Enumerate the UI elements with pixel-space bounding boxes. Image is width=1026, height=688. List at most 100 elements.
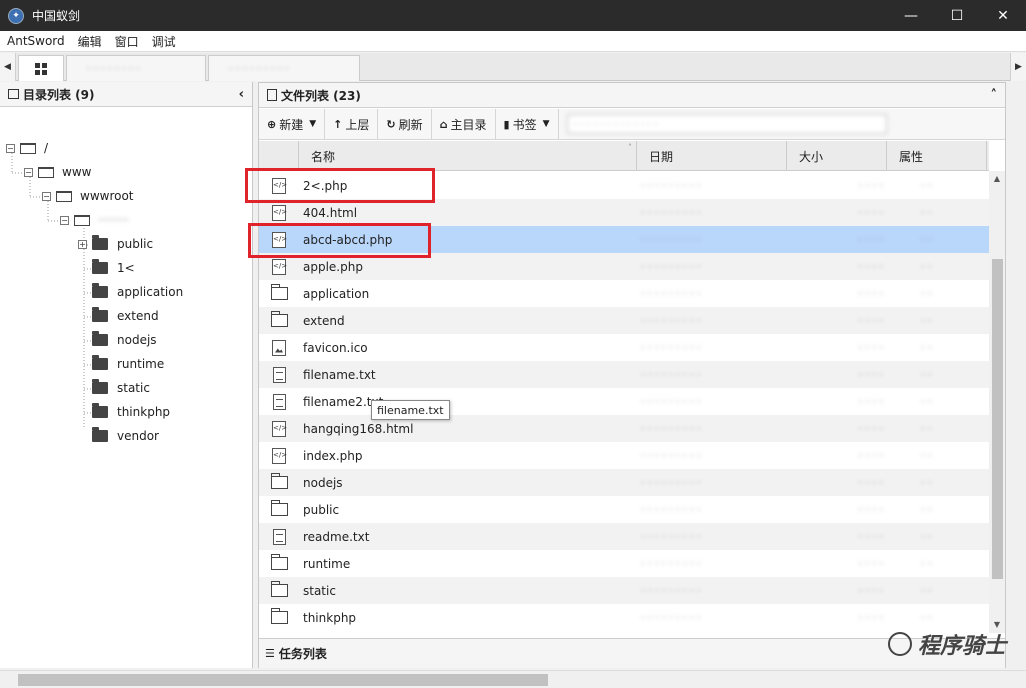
file-icon-cell [259, 388, 299, 415]
file-name: 404.html [303, 205, 358, 220]
file-row[interactable]: runtime · · · · · · · · · · · · · · · [259, 550, 989, 577]
window-title: 中国蚁剑 [32, 9, 81, 23]
grid-icon [35, 62, 47, 75]
menu-debug[interactable]: 调试 [145, 33, 182, 50]
tree-node[interactable]: extend [78, 305, 159, 327]
tree-node[interactable]: − / [6, 137, 48, 159]
file-size: · · · · [858, 476, 883, 489]
shell-tab-1[interactable]: · · · · · · · · [66, 55, 206, 81]
tree-node-label: www [62, 165, 92, 179]
file-row[interactable]: filename.txt · · · · · · · · · · · · · · · [259, 361, 989, 388]
tab-strip: ◀ · · · · · · · · · · · · · · · · · ▶ [0, 53, 1026, 81]
file-row[interactable]: </> 404.html · · · · · · · · · · · · · · · [259, 199, 989, 226]
image-file-icon [272, 339, 286, 356]
menu-edit[interactable]: 编辑 [71, 33, 108, 50]
folder-icon [92, 259, 108, 274]
file-icon-cell [259, 523, 299, 550]
file-size: · · · · [858, 179, 883, 192]
folder-icon [270, 581, 288, 597]
file-date: · · · · · · · · · [641, 530, 701, 543]
file-row[interactable]: nodejs · · · · · · · · · · · · · · · [259, 469, 989, 496]
folder-icon [8, 89, 19, 99]
home-dir-button[interactable]: ⌂ 主目录 [432, 108, 496, 140]
path-input[interactable] [566, 114, 887, 134]
date-column-header[interactable]: 日期 [637, 141, 787, 171]
tree-node[interactable]: − wwwroot [42, 185, 134, 207]
tab-label: · · · · · · · · · [229, 62, 289, 75]
home-tab[interactable] [18, 55, 64, 81]
folder-icon [92, 355, 108, 370]
file-icon-cell [259, 577, 299, 604]
collapse-icon[interactable]: − [24, 167, 33, 177]
tab-scroll-right-button[interactable]: ▶ [1010, 53, 1026, 81]
file-row[interactable]: </> index.php · · · · · · · · · · · · · · · [259, 442, 989, 469]
bookmark-button[interactable]: ▮ 书签 ▼ [496, 108, 559, 140]
maximize-button[interactable]: ☐ [934, 0, 980, 31]
file-row[interactable]: application · · · · · · · · · · · · · · · [259, 280, 989, 307]
name-header-label: 名称 [311, 149, 336, 164]
scrollbar-thumb[interactable] [992, 259, 1003, 579]
shell-tab-2[interactable]: · · · · · · · · · [208, 55, 360, 81]
collapse-panel-button[interactable]: ‹ [239, 87, 244, 102]
collapse-icon[interactable]: − [42, 191, 51, 201]
wechat-icon [887, 632, 912, 656]
file-row[interactable]: public · · · · · · · · · · · · · · · [259, 496, 989, 523]
home-label: 主目录 [450, 117, 487, 132]
file-name: readme.txt [303, 529, 370, 544]
arrow-up-icon: ↑ [333, 117, 343, 131]
collapse-icon[interactable]: − [6, 143, 15, 153]
collapse-icon[interactable]: − [60, 215, 69, 225]
bookmark-label: 书签 [512, 117, 537, 132]
file-row[interactable]: readme.txt · · · · · · · · · · · · · · · [259, 523, 989, 550]
tree-node[interactable]: static [78, 377, 150, 399]
tab-scroll-left-button[interactable]: ◀ [0, 53, 16, 81]
file-row[interactable]: thinkphp · · · · · · · · · · · · · · · [259, 604, 989, 631]
file-grid-scrollbar[interactable]: ▲ ▼ [989, 171, 1005, 633]
folder-icon [270, 554, 288, 570]
minimize-button[interactable]: — [888, 0, 934, 31]
directory-panel: 目录列表 (9) ‹ − / − www − wwwroot − ········ + publi… [0, 82, 253, 668]
file-size: · · · · [858, 314, 883, 327]
folder-open-icon [74, 214, 90, 226]
file-attributes: · · [921, 503, 932, 516]
file-name: runtime [303, 556, 351, 571]
collapse-panel-button[interactable]: ˄ [991, 88, 998, 103]
scroll-up-icon[interactable]: ▲ [989, 171, 1005, 187]
refresh-button[interactable]: ↻ 刷新 [378, 108, 432, 140]
tree-node[interactable]: − www [24, 161, 91, 183]
file-row[interactable]: static · · · · · · · · · · · · · · · [259, 577, 989, 604]
file-row[interactable]: extend · · · · · · · · · · · · · · · [259, 307, 989, 334]
tree-node[interactable]: − ········ [60, 209, 129, 231]
tree-node-label: thinkphp [117, 405, 171, 419]
tree-node[interactable]: 1< [78, 257, 135, 279]
name-column-header[interactable]: 名称 ˄ [299, 141, 637, 171]
file-date: · · · · · · · · · [641, 557, 701, 570]
size-column-header[interactable]: 大小 [787, 141, 887, 171]
file-icon-cell [259, 361, 299, 388]
menu-antsword[interactable]: AntSword [0, 34, 71, 48]
tree-node[interactable]: application [78, 281, 183, 303]
file-row[interactable]: favicon.ico · · · · · · · · · · · · · · · [259, 334, 989, 361]
attr-column-header[interactable]: 属性 [887, 141, 987, 171]
file-name: filename.txt [303, 367, 376, 382]
code-file-icon: </> [272, 204, 287, 221]
file-name: extend [303, 313, 345, 328]
tree-node[interactable]: + public [78, 233, 153, 255]
caret-down-icon: ▼ [309, 119, 317, 129]
horizontal-scrollbar[interactable] [0, 670, 1026, 688]
tree-node[interactable]: runtime [78, 353, 164, 375]
up-level-button[interactable]: ↑ 上层 [325, 108, 379, 140]
file-row[interactable]: filename2.txt · · · · · · · · · · · · · · · [259, 388, 989, 415]
expand-icon[interactable]: + [78, 239, 87, 249]
tree-node[interactable]: nodejs [78, 329, 157, 351]
new-button[interactable]: ⊕ 新建 ▼ [259, 108, 326, 140]
scrollbar-thumb[interactable] [18, 674, 548, 686]
close-button[interactable]: ✕ [980, 0, 1026, 31]
file-row[interactable]: </> hangqing168.html · · · · · · · · · · · … [259, 415, 989, 442]
file-date: · · · · · · · · · [641, 206, 701, 219]
file-name: thinkphp [303, 610, 357, 625]
tree-node[interactable]: vendor [78, 425, 159, 447]
size-header-label: 大小 [799, 149, 824, 164]
tree-node[interactable]: thinkphp [78, 401, 170, 423]
menu-window[interactable]: 窗口 [108, 33, 145, 50]
